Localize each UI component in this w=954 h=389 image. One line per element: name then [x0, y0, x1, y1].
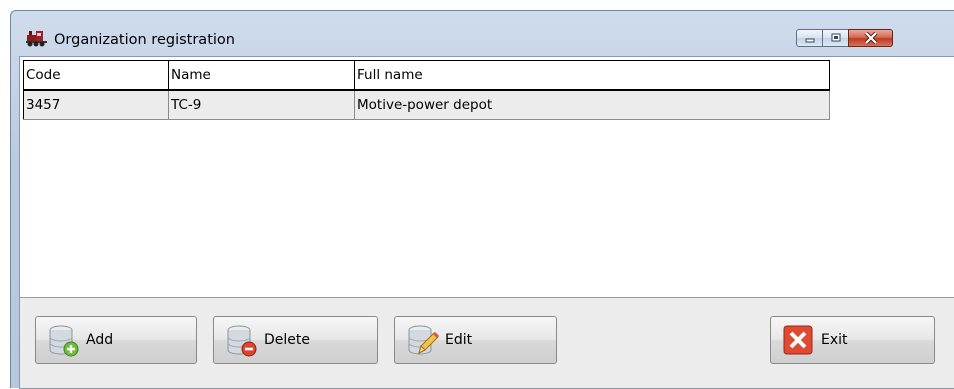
window-title: Organization registration [54, 32, 235, 48]
add-button-label: Add [86, 332, 114, 348]
edit-button[interactable]: Edit [394, 316, 557, 364]
minimize-icon [805, 38, 814, 43]
cell-full-name[interactable]: Motive-power depot [354, 89, 830, 120]
locomotive-icon [26, 29, 48, 47]
database-edit-icon [408, 325, 439, 355]
button-panel: Add Delete Edit Exit [20, 297, 954, 388]
caption-buttons [796, 29, 893, 49]
table-row[interactable]: 3457 TC-9 Motive-power depot [23, 89, 830, 120]
title-bar[interactable]: Organization registration [11, 11, 954, 56]
column-header-code[interactable]: Code [23, 60, 169, 91]
organizations-grid[interactable]: Code Name Full name 3457 TC-9 Motive-pow… [23, 60, 830, 120]
maximize-button[interactable] [822, 29, 849, 47]
cell-name[interactable]: TC-9 [168, 89, 355, 120]
edit-button-label: Edit [445, 332, 473, 348]
client-area: Code Name Full name 3457 TC-9 Motive-pow… [19, 56, 954, 389]
database-add-icon [49, 325, 79, 357]
close-icon [864, 32, 877, 44]
add-button[interactable]: Add [35, 316, 197, 364]
cell-code[interactable]: 3457 [23, 89, 169, 120]
delete-button-label: Delete [264, 332, 310, 348]
column-header-full-name[interactable]: Full name [354, 60, 830, 91]
restore-icon [831, 33, 840, 42]
exit-button[interactable]: Exit [770, 316, 935, 364]
database-delete-icon [227, 325, 257, 357]
exit-button-label: Exit [821, 332, 848, 348]
delete-button[interactable]: Delete [213, 316, 378, 364]
close-x-icon [783, 325, 813, 355]
grid-header-row: Code Name Full name [23, 60, 830, 91]
column-header-name[interactable]: Name [168, 60, 355, 91]
minimize-button[interactable] [796, 29, 823, 47]
main-window: Organization registration Code Name Full… [10, 10, 954, 389]
close-window-button[interactable] [848, 29, 893, 47]
